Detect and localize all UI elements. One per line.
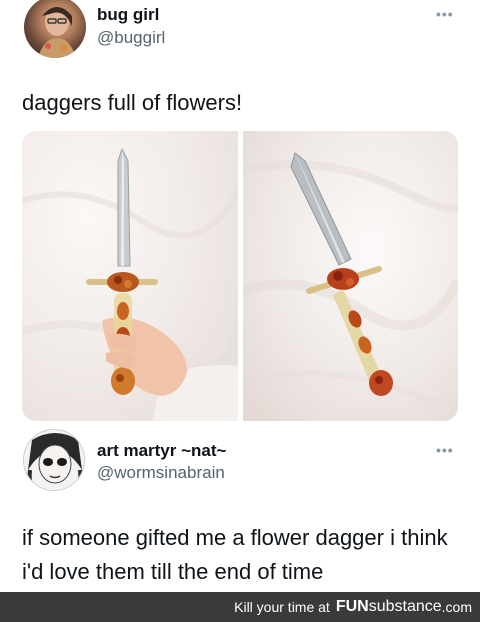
tweet-text: daggers full of flowers!: [22, 90, 243, 115]
user-handle[interactable]: @buggirl: [97, 28, 165, 48]
media-photo-1[interactable]: [22, 131, 238, 421]
more-options-icon[interactable]: •••: [436, 6, 454, 22]
reply-display-name[interactable]: art martyr ~nat~: [97, 441, 226, 461]
footer-brand-bold: FUN: [335, 598, 369, 615]
user-avatar[interactable]: [24, 0, 86, 58]
dagger-hand-image: [22, 147, 238, 421]
media-grid[interactable]: [22, 131, 458, 421]
reply-tweet-text: if someone gifted me a flower dagger i t…: [22, 525, 448, 584]
portrait-icon: [38, 7, 76, 58]
reply-user-handle[interactable]: @wormsinabrain: [97, 463, 225, 483]
tweet-original: bug girl @buggirl ••• daggers full of fl…: [0, 0, 480, 422]
footer-brand-thin: substance: [368, 598, 442, 615]
display-name[interactable]: bug girl: [97, 5, 159, 25]
media-photo-2[interactable]: [242, 131, 458, 421]
watermark-footer: Kill your time at FUN substance .com: [0, 592, 480, 622]
illustrated-face-icon: [24, 430, 84, 490]
dagger-fabric-image: [242, 152, 458, 406]
footer-domain: .com: [441, 599, 472, 615]
reply-more-options-icon[interactable]: •••: [436, 442, 454, 458]
reply-user-avatar[interactable]: [23, 429, 85, 491]
footer-tagline: Kill your time at: [234, 599, 330, 615]
